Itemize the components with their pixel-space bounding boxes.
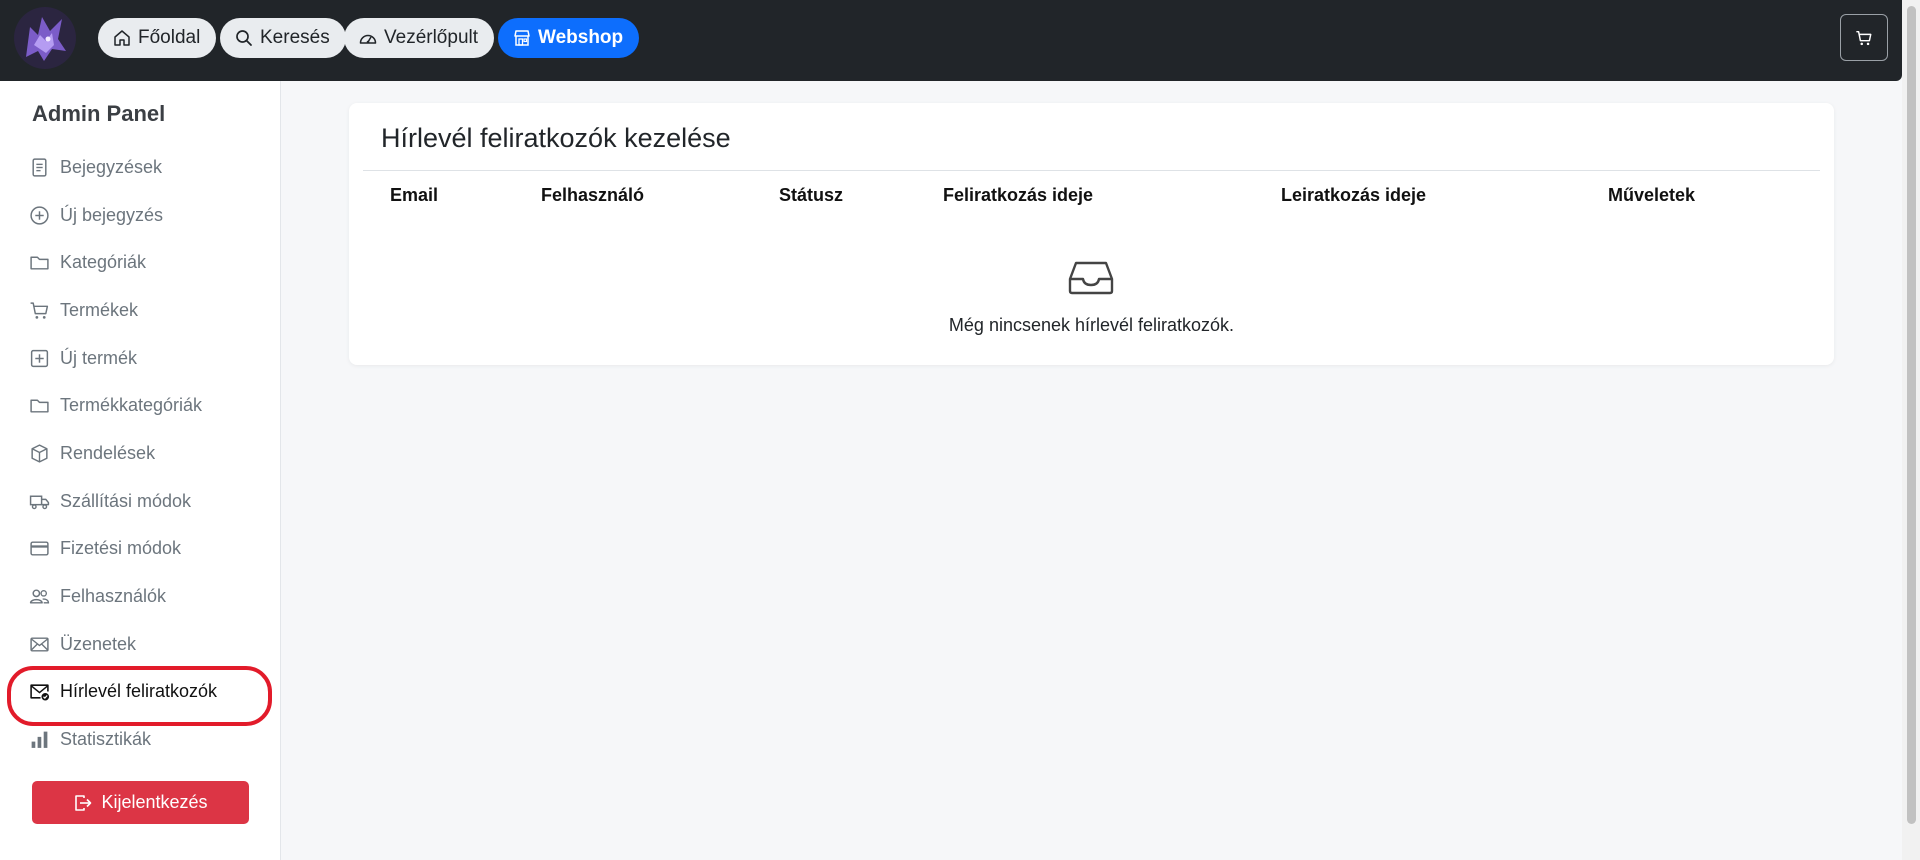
sidebar-item-label: Kategóriák	[60, 251, 147, 272]
sidebar-item-new-post[interactable]: Új bejegyzés	[29, 200, 163, 230]
admin-sidebar: Admin Panel Bejegyzések Új bejegyzés Kat…	[0, 81, 281, 860]
cart-button[interactable]	[1840, 14, 1888, 61]
box-arrow-right-icon	[75, 794, 92, 811]
sidebar-item-products[interactable]: Termékek	[29, 295, 138, 325]
column-header-actions[interactable]: Műveletek	[1608, 185, 1695, 206]
sidebar-item-users[interactable]: Felhasználók	[29, 581, 166, 611]
cart-icon	[30, 301, 49, 319]
sidebar-item-label: Új termék	[60, 347, 138, 368]
top-navbar: Főoldal Keresés Vezérlőpult Webshop	[0, 0, 1902, 81]
sidebar-title: Admin Panel	[32, 101, 166, 126]
sidebar-item-orders[interactable]: Rendelések	[29, 438, 155, 468]
logout-label: Kijelentkezés	[101, 792, 208, 812]
sidebar-item-new-product[interactable]: Új termék	[29, 343, 137, 373]
box-icon	[31, 443, 48, 463]
search-icon	[236, 30, 252, 46]
nav-home-label: Főoldal	[138, 27, 201, 48]
folder-icon	[30, 399, 49, 413]
sidebar-item-label: Szállítási módok	[60, 490, 192, 511]
nav-search-label: Keresés	[260, 27, 330, 48]
wolf-logo-icon[interactable]	[12, 5, 78, 71]
column-header-email[interactable]: Email	[390, 185, 438, 206]
nav-dashboard-button[interactable]: Vezérlőpult	[344, 18, 495, 58]
logout-button[interactable]: Kijelentkezés	[32, 781, 249, 824]
nav-search-button[interactable]: Keresés	[220, 18, 346, 58]
people-icon	[29, 588, 50, 604]
sidebar-item-label: Bejegyzések	[60, 156, 163, 177]
sidebar-item-label: Felhasználók	[60, 585, 167, 606]
sidebar-item-messages[interactable]: Üzenetek	[29, 629, 136, 659]
shop-icon	[514, 30, 530, 46]
plus-square-icon	[30, 349, 49, 367]
sidebar-item-posts[interactable]: Bejegyzések	[29, 152, 162, 182]
nav-home-button[interactable]: Főoldal	[98, 18, 217, 58]
credit-card-icon	[30, 540, 49, 556]
sidebar-item-payment-methods[interactable]: Fizetési módok	[29, 533, 181, 563]
sidebar-item-label: Statisztikák	[60, 728, 152, 749]
sidebar-item-label: Fizetési módok	[60, 537, 182, 558]
column-header-user[interactable]: Felhasználó	[541, 185, 644, 206]
column-header-status[interactable]: Státusz	[779, 185, 843, 206]
nav-webshop-label: Webshop	[538, 27, 624, 48]
sidebar-item-categories[interactable]: Kategóriák	[29, 247, 146, 277]
cart-icon	[1856, 30, 1872, 45]
folder-icon	[30, 256, 49, 270]
newsletter-subscribers-card: Hírlevél feliratkozók kezelése Email Fel…	[349, 103, 1834, 365]
sidebar-item-label: Rendelések	[60, 442, 156, 463]
plus-circle-icon	[30, 205, 49, 225]
sidebar-item-label: Üzenetek	[60, 633, 137, 654]
speedometer-icon	[359, 34, 377, 44]
sidebar-item-product-categories[interactable]: Termékkategóriák	[29, 390, 202, 420]
envelope-icon	[30, 636, 49, 652]
sidebar-item-newsletter-subscribers[interactable]: Hírlevél feliratkozók	[29, 676, 217, 706]
empty-state-message: Még nincsenek hírlevél feliratkozók.	[948, 315, 1235, 335]
sidebar-item-label: Hírlevél feliratkozók	[60, 680, 218, 701]
sidebar-item-label: Termékek	[60, 299, 139, 320]
page-title: Hírlevél feliratkozók kezelése	[381, 123, 731, 153]
file-text-icon	[32, 157, 47, 177]
title-divider	[363, 170, 1820, 171]
sidebar-item-label: Új bejegyzés	[60, 204, 164, 225]
inbox-icon	[1068, 261, 1114, 295]
home-icon	[114, 30, 130, 46]
sidebar-item-label: Termékkategóriák	[60, 394, 203, 415]
truck-icon	[29, 495, 50, 509]
nav-webshop-button[interactable]: Webshop	[498, 18, 640, 58]
page-scrollbar[interactable]	[1902, 0, 1920, 860]
sidebar-item-shipping-methods[interactable]: Szállítási módok	[29, 486, 191, 516]
bar-chart-icon	[31, 731, 48, 748]
scrollbar-thumb[interactable]	[1907, 6, 1916, 824]
column-header-unsubscribed-at[interactable]: Leiratkozás ideje	[1281, 185, 1426, 206]
sidebar-item-statistics[interactable]: Statisztikák	[29, 724, 151, 754]
column-header-subscribed-at[interactable]: Feliratkozás ideje	[943, 185, 1093, 206]
envelope-check-icon	[30, 683, 50, 701]
nav-dashboard-label: Vezérlőpult	[384, 27, 479, 48]
